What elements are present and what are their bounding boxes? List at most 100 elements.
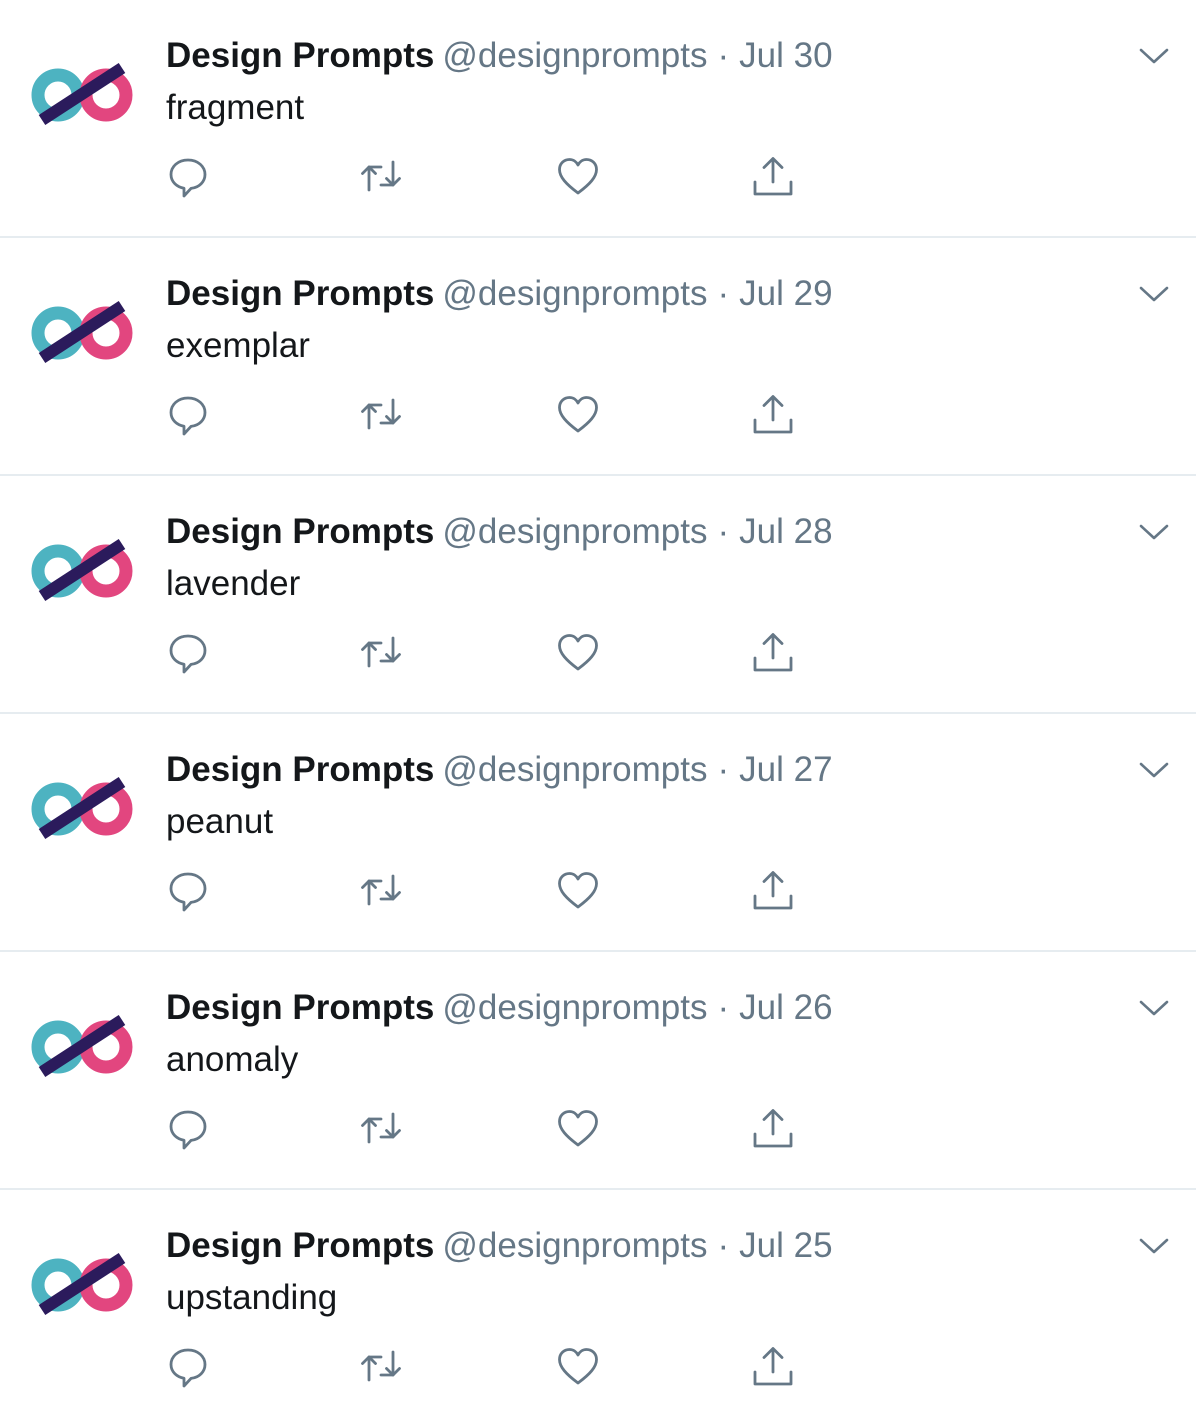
- heart-icon: [558, 1110, 598, 1147]
- chevron-down-icon: [1139, 524, 1169, 540]
- retweet-button[interactable]: [357, 866, 405, 914]
- infinity-logo-icon: [31, 776, 133, 840]
- tweet[interactable]: Design Prompts @designprompts · Jul 27 pean…: [0, 714, 1196, 952]
- retweet-icon: [361, 160, 401, 192]
- display-name[interactable]: Design Prompts: [166, 512, 434, 551]
- retweet-button[interactable]: [357, 628, 405, 676]
- infinity-logo-icon: [31, 538, 133, 602]
- user-handle[interactable]: @designprompts: [442, 988, 707, 1027]
- tweet-date[interactable]: Jul 26: [739, 988, 832, 1027]
- avatar[interactable]: [30, 532, 136, 604]
- tweet-menu-button[interactable]: [1136, 278, 1172, 310]
- tweet-feed: Design Prompts @designprompts · Jul 30 frag…: [0, 0, 1196, 1428]
- tweet-text: peanut: [166, 802, 274, 841]
- avatar[interactable]: [30, 294, 136, 366]
- tweet-date[interactable]: Jul 27: [739, 750, 832, 789]
- like-button[interactable]: [554, 628, 602, 676]
- share-icon: [753, 157, 793, 196]
- tweet-date[interactable]: Jul 25: [739, 1226, 832, 1265]
- reply-button[interactable]: [164, 152, 212, 200]
- separator-dot: ·: [717, 274, 730, 313]
- user-handle[interactable]: @designprompts: [442, 750, 707, 789]
- heart-icon: [558, 158, 598, 195]
- reply-button[interactable]: [164, 628, 212, 676]
- share-button[interactable]: [749, 152, 797, 200]
- separator-dot: ·: [717, 36, 730, 75]
- share-button[interactable]: [749, 866, 797, 914]
- tweet-date[interactable]: Jul 28: [739, 512, 832, 551]
- tweet[interactable]: Design Prompts @designprompts · Jul 30 frag…: [0, 0, 1196, 238]
- share-button[interactable]: [749, 1342, 797, 1390]
- tweet-header: Design Prompts @designprompts · Jul 27: [166, 748, 833, 792]
- share-icon: [753, 1109, 793, 1148]
- chevron-down-icon: [1139, 1000, 1169, 1016]
- user-handle[interactable]: @designprompts: [442, 512, 707, 551]
- infinity-logo-icon: [31, 300, 133, 364]
- display-name[interactable]: Design Prompts: [166, 36, 434, 75]
- share-button[interactable]: [749, 390, 797, 438]
- tweet[interactable]: Design Prompts @designprompts · Jul 26 anom…: [0, 952, 1196, 1190]
- reply-icon: [169, 396, 207, 436]
- tweet-menu-button[interactable]: [1136, 754, 1172, 786]
- display-name[interactable]: Design Prompts: [166, 988, 434, 1027]
- retweet-icon: [361, 636, 401, 668]
- share-button[interactable]: [749, 628, 797, 676]
- like-button[interactable]: [554, 1104, 602, 1152]
- reply-button[interactable]: [164, 1104, 212, 1152]
- tweet-menu-button[interactable]: [1136, 40, 1172, 72]
- heart-icon: [558, 634, 598, 671]
- reply-button[interactable]: [164, 390, 212, 438]
- separator-dot: ·: [717, 988, 730, 1027]
- heart-icon: [558, 1348, 598, 1385]
- chevron-down-icon: [1139, 1238, 1169, 1254]
- heart-icon: [558, 396, 598, 433]
- reply-icon: [169, 158, 207, 198]
- tweet-menu-button[interactable]: [1136, 1230, 1172, 1262]
- tweet[interactable]: Design Prompts @designprompts · Jul 25 upst…: [0, 1190, 1196, 1428]
- share-button[interactable]: [749, 1104, 797, 1152]
- tweet-header: Design Prompts @designprompts · Jul 29: [166, 272, 833, 316]
- like-button[interactable]: [554, 390, 602, 438]
- reply-button[interactable]: [164, 1342, 212, 1390]
- share-icon: [753, 871, 793, 910]
- tweet-header: Design Prompts @designprompts · Jul 30: [166, 34, 833, 78]
- like-button[interactable]: [554, 866, 602, 914]
- display-name[interactable]: Design Prompts: [166, 750, 434, 789]
- tweet-text: upstanding: [166, 1278, 338, 1317]
- tweet-menu-button[interactable]: [1136, 992, 1172, 1024]
- tweet[interactable]: Design Prompts @designprompts · Jul 29 exem…: [0, 238, 1196, 476]
- tweet-date[interactable]: Jul 29: [739, 274, 832, 313]
- like-button[interactable]: [554, 152, 602, 200]
- retweet-icon: [361, 874, 401, 906]
- tweet-header: Design Prompts @designprompts · Jul 25: [166, 1224, 833, 1268]
- user-handle[interactable]: @designprompts: [442, 274, 707, 313]
- display-name[interactable]: Design Prompts: [166, 274, 434, 313]
- tweet-text: lavender: [166, 564, 301, 603]
- display-name[interactable]: Design Prompts: [166, 1226, 434, 1265]
- avatar[interactable]: [30, 1246, 136, 1318]
- avatar[interactable]: [30, 1008, 136, 1080]
- like-button[interactable]: [554, 1342, 602, 1390]
- infinity-logo-icon: [31, 1014, 133, 1078]
- chevron-down-icon: [1139, 762, 1169, 778]
- user-handle[interactable]: @designprompts: [442, 1226, 707, 1265]
- tweet-date[interactable]: Jul 30: [739, 36, 832, 75]
- avatar[interactable]: [30, 56, 136, 128]
- chevron-down-icon: [1139, 286, 1169, 302]
- retweet-button[interactable]: [357, 390, 405, 438]
- retweet-button[interactable]: [357, 152, 405, 200]
- reply-button[interactable]: [164, 866, 212, 914]
- avatar[interactable]: [30, 770, 136, 842]
- user-handle[interactable]: @designprompts: [442, 36, 707, 75]
- tweet[interactable]: Design Prompts @designprompts · Jul 28 lave…: [0, 476, 1196, 714]
- retweet-button[interactable]: [357, 1342, 405, 1390]
- chevron-down-icon: [1139, 48, 1169, 64]
- retweet-icon: [361, 398, 401, 430]
- separator-dot: ·: [717, 750, 730, 789]
- tweet-menu-button[interactable]: [1136, 516, 1172, 548]
- share-icon: [753, 633, 793, 672]
- tweet-text: exemplar: [166, 326, 310, 365]
- separator-dot: ·: [717, 512, 730, 551]
- retweet-button[interactable]: [357, 1104, 405, 1152]
- tweet-header: Design Prompts @designprompts · Jul 28: [166, 510, 833, 554]
